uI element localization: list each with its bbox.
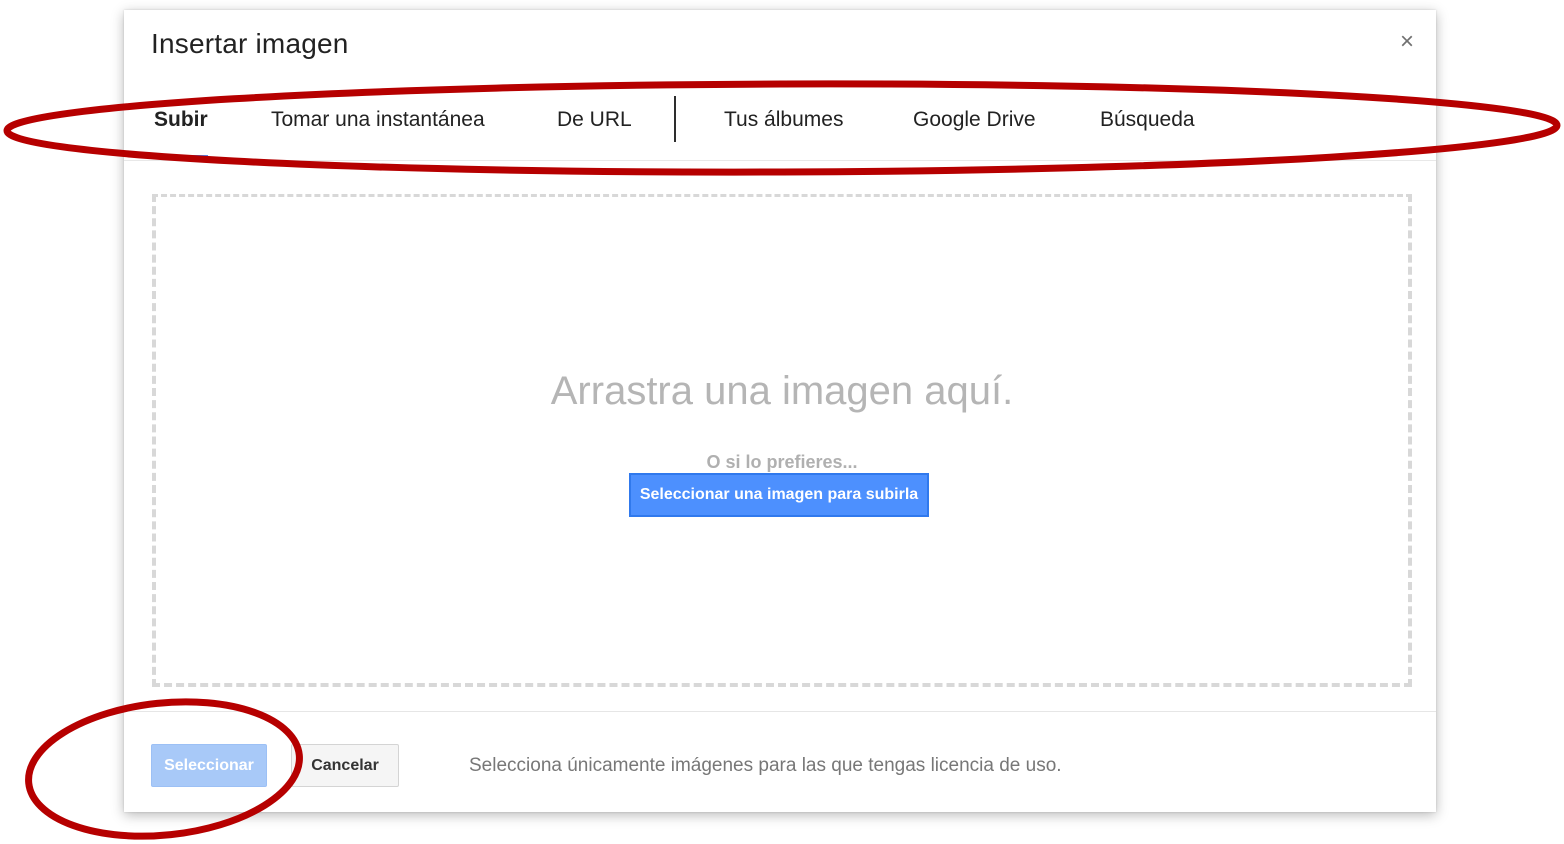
tab-bar: Subir Tomar una instantánea De URL Tus á… bbox=[124, 96, 1436, 161]
tab-subir[interactable]: Subir bbox=[154, 108, 208, 132]
dialog-title: Insertar imagen bbox=[151, 28, 349, 59]
tab-divider bbox=[674, 96, 676, 142]
cancel-button[interactable]: Cancelar bbox=[291, 744, 399, 787]
drop-zone-or-text: O si lo prefieres... bbox=[706, 452, 858, 472]
tab-busqueda[interactable]: Búsqueda bbox=[1100, 108, 1195, 132]
select-image-to-upload-button[interactable]: Seleccionar una imagen para subirla bbox=[629, 473, 929, 517]
tab-de-url[interactable]: De URL bbox=[557, 108, 632, 132]
image-drop-zone[interactable]: Arrastra una imagen aquí. O si lo prefie… bbox=[152, 194, 1412, 687]
close-icon[interactable]: × bbox=[1400, 30, 1414, 54]
tab-tomar-instantanea[interactable]: Tomar una instantánea bbox=[271, 108, 485, 132]
page: Insertar imagen × Subir Tomar una instan… bbox=[0, 0, 1564, 844]
drop-zone-title: Arrastra una imagen aquí. bbox=[550, 369, 1014, 413]
license-note: Selecciona únicamente imágenes para las … bbox=[469, 755, 1062, 776]
tab-tus-albumes[interactable]: Tus álbumes bbox=[724, 108, 843, 132]
tab-google-drive[interactable]: Google Drive bbox=[913, 108, 1036, 132]
insert-image-dialog: Insertar imagen × Subir Tomar una instan… bbox=[124, 10, 1436, 812]
select-button[interactable]: Seleccionar bbox=[151, 744, 267, 787]
footer-divider bbox=[124, 711, 1436, 712]
active-tab-indicator bbox=[148, 155, 208, 159]
